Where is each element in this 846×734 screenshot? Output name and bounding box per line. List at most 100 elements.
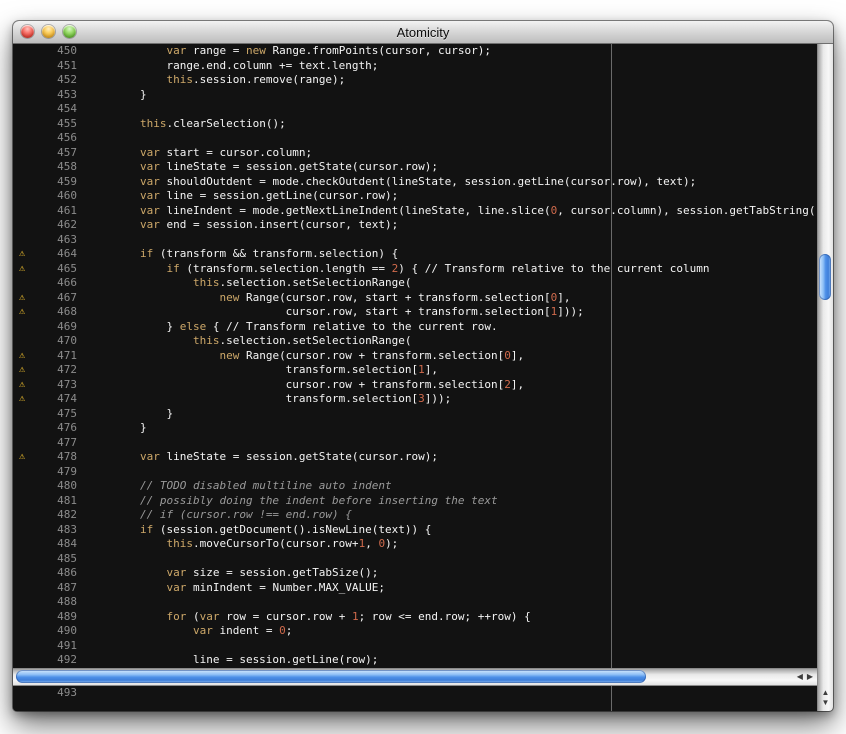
warning-icon-slot [13, 465, 31, 480]
warning-icon-slot [13, 160, 31, 175]
warning-icon-slot [13, 407, 31, 422]
print-margin-ruler [611, 686, 612, 711]
code-line[interactable]: 450 var range = new Range.fromPoints(cur… [13, 44, 817, 59]
code-line[interactable]: 486 var size = session.getTabSize(); [13, 566, 817, 581]
line-number: 483 [31, 523, 83, 538]
code-line[interactable]: 480 // TODO disabled multiline auto inde… [13, 479, 817, 494]
code-line[interactable]: 452 this.session.remove(range); [13, 73, 817, 88]
code-line[interactable]: 458 var lineState = session.getState(cur… [13, 160, 817, 175]
warning-icon-slot [13, 653, 31, 668]
code-line[interactable]: 470 this.selection.setSelectionRange( [13, 334, 817, 349]
line-number: 491 [31, 639, 83, 654]
code-line[interactable]: ⚠468 cursor.row, start + transform.selec… [13, 305, 817, 320]
code-line[interactable]: 466 this.selection.setSelectionRange( [13, 276, 817, 291]
code-line[interactable]: 461 var lineIndent = mode.getNextLineInd… [13, 204, 817, 219]
code-line[interactable]: 475 } [13, 407, 817, 422]
line-number: 451 [31, 59, 83, 74]
line-number: 493 [31, 686, 83, 701]
window-controls [21, 25, 76, 38]
code-line[interactable]: 489 for (var row = cursor.row + 1; row <… [13, 610, 817, 625]
horizontal-scrollbar-thumb[interactable] [16, 670, 646, 683]
code-line[interactable]: 455 this.clearSelection(); [13, 117, 817, 132]
line-number: 485 [31, 552, 83, 567]
code-line[interactable]: 484 this.moveCursorTo(cursor.row+1, 0); [13, 537, 817, 552]
code-line[interactable]: 454 [13, 102, 817, 117]
code-line[interactable]: 488 [13, 595, 817, 610]
code-line[interactable]: 459 var shouldOutdent = mode.checkOutden… [13, 175, 817, 190]
code-line[interactable]: ⚠473 cursor.row + transform.selection[2]… [13, 378, 817, 393]
code-area[interactable]: 450 var range = new Range.fromPoints(cur… [13, 44, 817, 668]
code-line[interactable]: 457 var start = cursor.column; [13, 146, 817, 161]
code-line[interactable]: 451 range.end.column += text.length; [13, 59, 817, 74]
minimize-button[interactable] [42, 25, 55, 38]
code-line[interactable]: 482 // if (cursor.row !== end.row) { [13, 508, 817, 523]
code-line[interactable]: ⚠465 if (transform.selection.length == 2… [13, 262, 817, 277]
code-line[interactable]: ⚠474 transform.selection[3])); [13, 392, 817, 407]
code-line[interactable]: 453 } [13, 88, 817, 103]
code-line[interactable]: 460 var line = session.getLine(cursor.ro… [13, 189, 817, 204]
line-number: 476 [31, 421, 83, 436]
horizontal-scrollbar[interactable]: ◀ ▶ [13, 668, 817, 686]
vertical-scroll-arrows: ▲ ▼ [818, 689, 833, 707]
warning-icon-slot [13, 59, 31, 74]
warning-icon[interactable]: ⚠ [13, 450, 31, 465]
code-line[interactable]: 483 if (session.getDocument().isNewLine(… [13, 523, 817, 538]
gutter: 493 [13, 686, 83, 701]
scroll-up-arrow-icon[interactable]: ▲ [822, 689, 830, 697]
vertical-scrollbar-thumb[interactable] [819, 254, 831, 300]
code-text: this.clearSelection(); [87, 117, 286, 132]
warning-icon-slot [13, 73, 31, 88]
warning-icon[interactable]: ⚠ [13, 305, 31, 320]
gutter: 484 [13, 537, 83, 552]
warning-icon[interactable]: ⚠ [13, 392, 31, 407]
warning-icon[interactable]: ⚠ [13, 349, 31, 364]
titlebar[interactable]: Atomicity [13, 21, 833, 44]
scroll-right-arrow-icon[interactable]: ▶ [807, 673, 813, 681]
line-number: 477 [31, 436, 83, 451]
code-line[interactable]: 490 var indent = 0; [13, 624, 817, 639]
gutter: 477 [13, 436, 83, 451]
code-line[interactable]: 485 [13, 552, 817, 567]
code-line[interactable]: ⚠478 var lineState = session.getState(cu… [13, 450, 817, 465]
warning-icon[interactable]: ⚠ [13, 363, 31, 378]
code-line[interactable]: ⚠464 if (transform && transform.selectio… [13, 247, 817, 262]
code-line[interactable]: ⚠471 new Range(cursor.row + transform.se… [13, 349, 817, 364]
code-line[interactable]: 487 var minIndent = Number.MAX_VALUE; [13, 581, 817, 596]
line-number: 488 [31, 595, 83, 610]
code-line[interactable]: 491 [13, 639, 817, 654]
code-line[interactable]: 476 } [13, 421, 817, 436]
warning-icon-slot [13, 581, 31, 596]
zoom-button[interactable] [63, 25, 76, 38]
warning-icon[interactable]: ⚠ [13, 262, 31, 277]
scroll-down-arrow-icon[interactable]: ▼ [822, 699, 830, 707]
code-line[interactable]: 479 [13, 465, 817, 480]
gutter: 460 [13, 189, 83, 204]
code-line[interactable]: 462 var end = session.insert(cursor, tex… [13, 218, 817, 233]
vertical-scrollbar[interactable]: ▲ ▼ [817, 44, 833, 711]
line-number: 460 [31, 189, 83, 204]
code-line[interactable]: ⚠467 new Range(cursor.row, start + trans… [13, 291, 817, 306]
warning-icon-slot [13, 218, 31, 233]
window-title: Atomicity [397, 25, 450, 40]
scroll-left-arrow-icon[interactable]: ◀ [797, 673, 803, 681]
code-line[interactable]: 492 line = session.getLine(row); [13, 653, 817, 668]
code-line[interactable]: 456 [13, 131, 817, 146]
warning-icon[interactable]: ⚠ [13, 378, 31, 393]
warning-icon-slot [13, 508, 31, 523]
code-line[interactable]: ⚠472 transform.selection[1], [13, 363, 817, 378]
warning-icon[interactable]: ⚠ [13, 291, 31, 306]
line-number: 463 [31, 233, 83, 248]
code-text: var size = session.getTabSize(); [87, 566, 378, 581]
warning-icon-slot [13, 595, 31, 610]
line-number: 486 [31, 566, 83, 581]
code-text: // if (cursor.row !== end.row) { [87, 508, 352, 523]
code-text: var lineState = session.getState(cursor.… [87, 160, 438, 175]
warning-icon[interactable]: ⚠ [13, 247, 31, 262]
code-line[interactable]: 463 [13, 233, 817, 248]
code-line[interactable]: 469 } else { // Transform relative to th… [13, 320, 817, 335]
gutter: 489 [13, 610, 83, 625]
code-text: var indent = 0; [87, 624, 292, 639]
code-line[interactable]: 481 // possibly doing the indent before … [13, 494, 817, 509]
code-line[interactable]: 477 [13, 436, 817, 451]
close-button[interactable] [21, 25, 34, 38]
